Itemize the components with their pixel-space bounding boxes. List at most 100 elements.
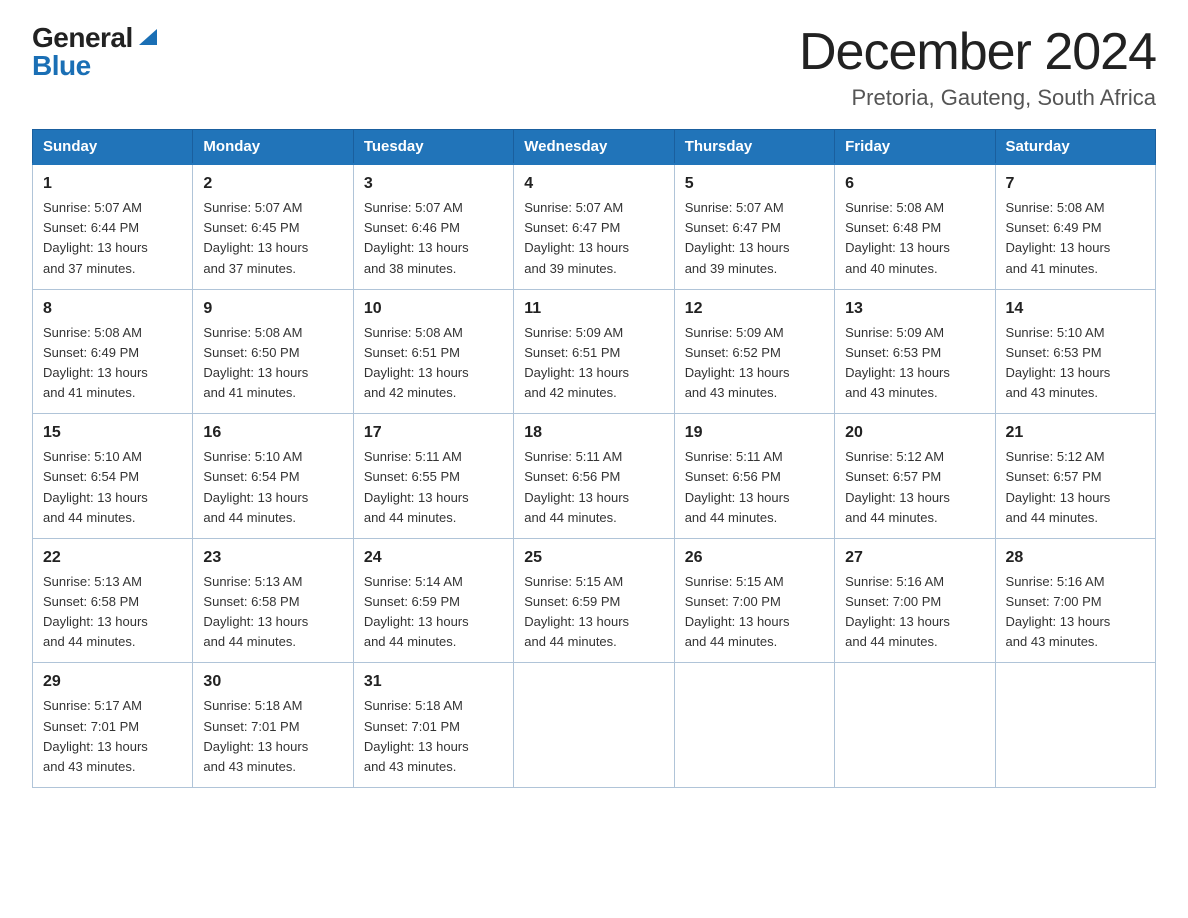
calendar-day-cell: 24Sunrise: 5:14 AM Sunset: 6:59 PM Dayli…: [353, 538, 513, 663]
day-number: 10: [364, 297, 503, 321]
calendar-day-cell: 13Sunrise: 5:09 AM Sunset: 6:53 PM Dayli…: [835, 289, 995, 414]
calendar-day-cell: 23Sunrise: 5:13 AM Sunset: 6:58 PM Dayli…: [193, 538, 353, 663]
day-number: 17: [364, 421, 503, 445]
calendar-day-cell: 4Sunrise: 5:07 AM Sunset: 6:47 PM Daylig…: [514, 164, 674, 289]
day-info: Sunrise: 5:08 AM Sunset: 6:49 PM Dayligh…: [43, 323, 182, 404]
day-number: 30: [203, 670, 342, 694]
calendar-day-cell: [674, 663, 834, 788]
day-of-week-header: Sunday: [33, 130, 193, 165]
day-info: Sunrise: 5:12 AM Sunset: 6:57 PM Dayligh…: [1006, 447, 1145, 528]
day-of-week-header: Wednesday: [514, 130, 674, 165]
day-info: Sunrise: 5:08 AM Sunset: 6:51 PM Dayligh…: [364, 323, 503, 404]
calendar-day-cell: 31Sunrise: 5:18 AM Sunset: 7:01 PM Dayli…: [353, 663, 513, 788]
logo-triangle-icon: [137, 27, 159, 47]
day-number: 15: [43, 421, 182, 445]
day-of-week-header: Thursday: [674, 130, 834, 165]
day-info: Sunrise: 5:10 AM Sunset: 6:53 PM Dayligh…: [1006, 323, 1145, 404]
day-number: 28: [1006, 546, 1145, 570]
day-info: Sunrise: 5:18 AM Sunset: 7:01 PM Dayligh…: [364, 696, 503, 777]
calendar-week-row: 29Sunrise: 5:17 AM Sunset: 7:01 PM Dayli…: [33, 663, 1156, 788]
calendar-day-cell: 25Sunrise: 5:15 AM Sunset: 6:59 PM Dayli…: [514, 538, 674, 663]
day-number: 5: [685, 172, 824, 196]
calendar-day-cell: 29Sunrise: 5:17 AM Sunset: 7:01 PM Dayli…: [33, 663, 193, 788]
day-info: Sunrise: 5:12 AM Sunset: 6:57 PM Dayligh…: [845, 447, 984, 528]
day-number: 25: [524, 546, 663, 570]
calendar-day-cell: 16Sunrise: 5:10 AM Sunset: 6:54 PM Dayli…: [193, 414, 353, 539]
month-title: December 2024: [799, 24, 1156, 81]
calendar-day-cell: 9Sunrise: 5:08 AM Sunset: 6:50 PM Daylig…: [193, 289, 353, 414]
calendar-day-cell: 14Sunrise: 5:10 AM Sunset: 6:53 PM Dayli…: [995, 289, 1155, 414]
day-info: Sunrise: 5:09 AM Sunset: 6:53 PM Dayligh…: [845, 323, 984, 404]
day-of-week-header: Monday: [193, 130, 353, 165]
day-number: 9: [203, 297, 342, 321]
day-number: 21: [1006, 421, 1145, 445]
calendar-week-row: 22Sunrise: 5:13 AM Sunset: 6:58 PM Dayli…: [33, 538, 1156, 663]
day-number: 22: [43, 546, 182, 570]
calendar-day-cell: 17Sunrise: 5:11 AM Sunset: 6:55 PM Dayli…: [353, 414, 513, 539]
calendar-day-cell: 7Sunrise: 5:08 AM Sunset: 6:49 PM Daylig…: [995, 164, 1155, 289]
day-number: 18: [524, 421, 663, 445]
day-number: 27: [845, 546, 984, 570]
day-info: Sunrise: 5:16 AM Sunset: 7:00 PM Dayligh…: [1006, 572, 1145, 653]
calendar-day-cell: 6Sunrise: 5:08 AM Sunset: 6:48 PM Daylig…: [835, 164, 995, 289]
day-info: Sunrise: 5:08 AM Sunset: 6:48 PM Dayligh…: [845, 198, 984, 279]
day-info: Sunrise: 5:18 AM Sunset: 7:01 PM Dayligh…: [203, 696, 342, 777]
calendar-day-cell: 15Sunrise: 5:10 AM Sunset: 6:54 PM Dayli…: [33, 414, 193, 539]
day-number: 8: [43, 297, 182, 321]
calendar-day-cell: 20Sunrise: 5:12 AM Sunset: 6:57 PM Dayli…: [835, 414, 995, 539]
day-info: Sunrise: 5:07 AM Sunset: 6:45 PM Dayligh…: [203, 198, 342, 279]
day-info: Sunrise: 5:13 AM Sunset: 6:58 PM Dayligh…: [43, 572, 182, 653]
calendar-day-cell: [514, 663, 674, 788]
day-info: Sunrise: 5:10 AM Sunset: 6:54 PM Dayligh…: [43, 447, 182, 528]
day-number: 23: [203, 546, 342, 570]
calendar-day-cell: 11Sunrise: 5:09 AM Sunset: 6:51 PM Dayli…: [514, 289, 674, 414]
page-header: General Blue December 2024 Pretoria, Gau…: [32, 24, 1156, 111]
day-number: 3: [364, 172, 503, 196]
day-number: 12: [685, 297, 824, 321]
day-number: 24: [364, 546, 503, 570]
calendar-day-cell: 28Sunrise: 5:16 AM Sunset: 7:00 PM Dayli…: [995, 538, 1155, 663]
day-info: Sunrise: 5:07 AM Sunset: 6:47 PM Dayligh…: [685, 198, 824, 279]
calendar-day-cell: 30Sunrise: 5:18 AM Sunset: 7:01 PM Dayli…: [193, 663, 353, 788]
calendar-day-cell: 1Sunrise: 5:07 AM Sunset: 6:44 PM Daylig…: [33, 164, 193, 289]
day-number: 14: [1006, 297, 1145, 321]
day-info: Sunrise: 5:09 AM Sunset: 6:52 PM Dayligh…: [685, 323, 824, 404]
day-number: 31: [364, 670, 503, 694]
day-number: 2: [203, 172, 342, 196]
day-info: Sunrise: 5:15 AM Sunset: 6:59 PM Dayligh…: [524, 572, 663, 653]
day-info: Sunrise: 5:07 AM Sunset: 6:47 PM Dayligh…: [524, 198, 663, 279]
day-info: Sunrise: 5:07 AM Sunset: 6:44 PM Dayligh…: [43, 198, 182, 279]
day-of-week-header: Saturday: [995, 130, 1155, 165]
day-info: Sunrise: 5:14 AM Sunset: 6:59 PM Dayligh…: [364, 572, 503, 653]
day-number: 26: [685, 546, 824, 570]
day-info: Sunrise: 5:11 AM Sunset: 6:56 PM Dayligh…: [685, 447, 824, 528]
day-number: 7: [1006, 172, 1145, 196]
calendar-week-row: 1Sunrise: 5:07 AM Sunset: 6:44 PM Daylig…: [33, 164, 1156, 289]
day-info: Sunrise: 5:17 AM Sunset: 7:01 PM Dayligh…: [43, 696, 182, 777]
calendar-day-cell: [995, 663, 1155, 788]
day-info: Sunrise: 5:08 AM Sunset: 6:50 PM Dayligh…: [203, 323, 342, 404]
title-block: December 2024 Pretoria, Gauteng, South A…: [799, 24, 1156, 111]
logo-blue-text: Blue: [32, 52, 91, 80]
calendar-week-row: 15Sunrise: 5:10 AM Sunset: 6:54 PM Dayli…: [33, 414, 1156, 539]
day-number: 29: [43, 670, 182, 694]
day-number: 11: [524, 297, 663, 321]
calendar-day-cell: [835, 663, 995, 788]
day-info: Sunrise: 5:07 AM Sunset: 6:46 PM Dayligh…: [364, 198, 503, 279]
day-number: 1: [43, 172, 182, 196]
calendar-day-cell: 2Sunrise: 5:07 AM Sunset: 6:45 PM Daylig…: [193, 164, 353, 289]
logo-general-text: General: [32, 24, 133, 52]
day-info: Sunrise: 5:16 AM Sunset: 7:00 PM Dayligh…: [845, 572, 984, 653]
day-of-week-header: Tuesday: [353, 130, 513, 165]
calendar-day-cell: 21Sunrise: 5:12 AM Sunset: 6:57 PM Dayli…: [995, 414, 1155, 539]
day-info: Sunrise: 5:11 AM Sunset: 6:56 PM Dayligh…: [524, 447, 663, 528]
calendar-day-cell: 10Sunrise: 5:08 AM Sunset: 6:51 PM Dayli…: [353, 289, 513, 414]
calendar-week-row: 8Sunrise: 5:08 AM Sunset: 6:49 PM Daylig…: [33, 289, 1156, 414]
location-title: Pretoria, Gauteng, South Africa: [799, 85, 1156, 111]
day-info: Sunrise: 5:09 AM Sunset: 6:51 PM Dayligh…: [524, 323, 663, 404]
calendar-day-cell: 26Sunrise: 5:15 AM Sunset: 7:00 PM Dayli…: [674, 538, 834, 663]
day-info: Sunrise: 5:08 AM Sunset: 6:49 PM Dayligh…: [1006, 198, 1145, 279]
calendar-day-cell: 27Sunrise: 5:16 AM Sunset: 7:00 PM Dayli…: [835, 538, 995, 663]
calendar-header-row: SundayMondayTuesdayWednesdayThursdayFrid…: [33, 130, 1156, 165]
calendar-day-cell: 8Sunrise: 5:08 AM Sunset: 6:49 PM Daylig…: [33, 289, 193, 414]
